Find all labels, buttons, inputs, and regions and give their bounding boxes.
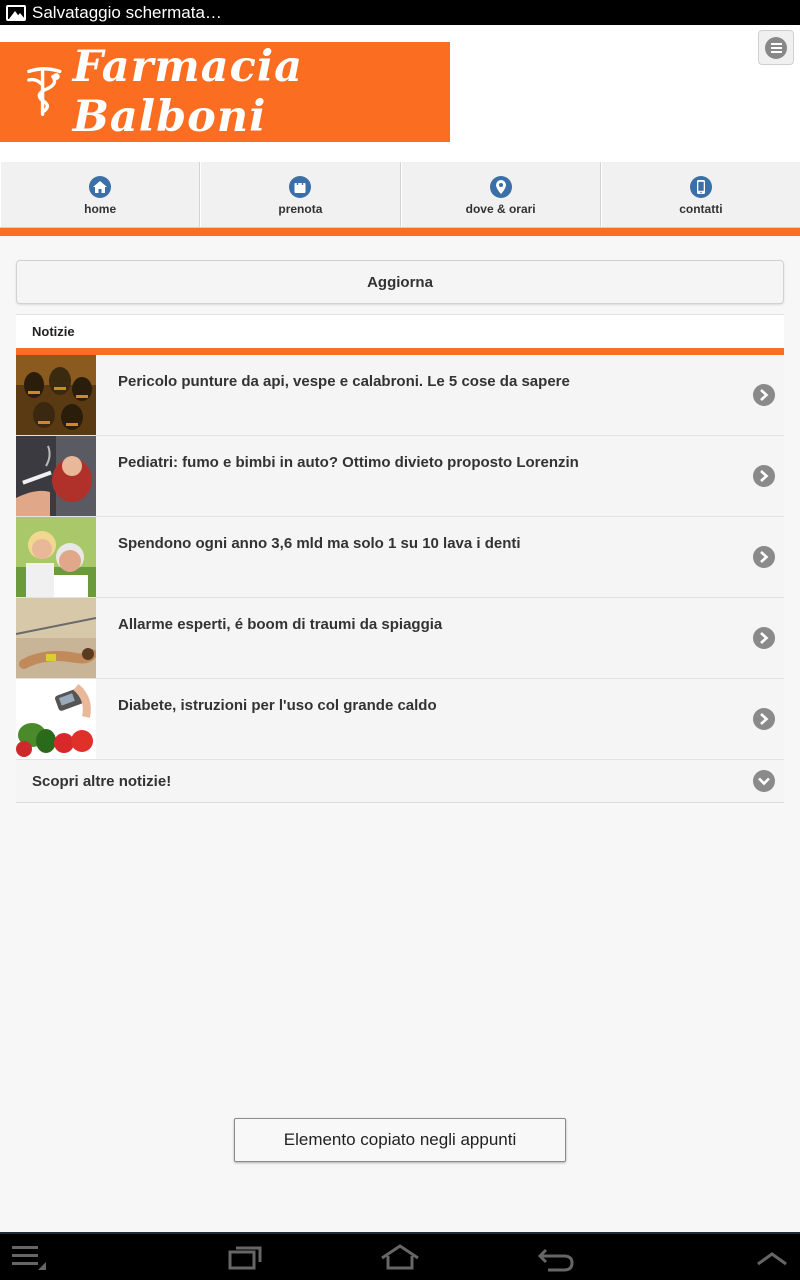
more-news-label: Scopri altre notizie! (32, 772, 172, 790)
chevron-right-icon (753, 465, 775, 487)
news-item[interactable]: Pediatri: fumo e bimbi in auto? Ottimo d… (16, 436, 784, 517)
news-section: Notizie Pericolo punture da api, vespe e… (16, 314, 784, 803)
phone-icon (689, 175, 712, 198)
image-icon (6, 4, 26, 21)
chevron-right-icon (753, 627, 775, 649)
caduceus-icon (27, 67, 62, 117)
news-item[interactable]: Diabete, istruzioni per l'uso col grande… (16, 679, 784, 760)
up-chevron-icon[interactable] (752, 1242, 792, 1274)
news-title: Spendono ogni anno 3,6 mld ma solo 1 su … (118, 535, 521, 552)
news-title: Pericolo punture da api, vespe e calabro… (118, 373, 570, 390)
nav-home-label: home (84, 201, 117, 216)
home-icon[interactable] (380, 1242, 420, 1274)
bag-icon (289, 175, 312, 198)
nav-dove-orari[interactable]: dove & orari (400, 162, 601, 227)
menu-button[interactable] (758, 30, 794, 65)
app-header: Farmacia Balboni (0, 25, 800, 162)
chevron-right-icon (753, 384, 775, 406)
chevron-right-icon (753, 546, 775, 568)
back-icon[interactable] (536, 1242, 576, 1274)
news-title: Pediatri: fumo e bimbi in auto? Ottimo d… (118, 454, 579, 471)
toast-message: Elemento copiato negli appunti (234, 1118, 566, 1162)
brand-name: Farmacia Balboni (72, 42, 304, 142)
nav-contatti[interactable]: contatti (600, 162, 800, 227)
bees-photo (16, 355, 96, 435)
vegetables-glucometer-photo (16, 679, 96, 759)
menu-icon[interactable] (8, 1242, 48, 1274)
news-item[interactable]: Spendono ogni anno 3,6 mld ma solo 1 su … (16, 517, 784, 598)
news-item[interactable]: Pericolo punture da api, vespe e calabro… (16, 355, 784, 436)
more-news-button[interactable]: Scopri altre notizie! (16, 760, 784, 803)
news-title: Diabete, istruzioni per l'uso col grande… (118, 697, 437, 714)
main-nav: home prenota dove & orari contatti (0, 162, 800, 228)
chevron-down-icon (753, 770, 775, 792)
child-in-car-photo (16, 436, 96, 516)
beach-photo (16, 598, 96, 678)
smiling-couple-photo (16, 517, 96, 597)
chevron-right-icon (753, 708, 775, 730)
nav-prenota[interactable]: prenota (200, 162, 401, 227)
nav-home[interactable]: home (0, 162, 201, 227)
news-heading: Notizie (16, 314, 784, 355)
status-text: Salvataggio schermata… (32, 2, 222, 22)
status-bar: Salvataggio schermata… (0, 0, 800, 25)
menu-icon (765, 36, 787, 59)
news-title: Allarme esperti, é boom di traumi da spi… (118, 616, 443, 633)
nav-contatti-label: contatti (679, 201, 723, 216)
orange-divider (0, 228, 800, 236)
map-pin-icon (489, 175, 512, 198)
nav-dove-orari-label: dove & orari (465, 201, 536, 216)
system-nav-bar (0, 1232, 800, 1280)
home-icon (89, 175, 112, 198)
news-item[interactable]: Allarme esperti, é boom di traumi da spi… (16, 598, 784, 679)
recent-apps-icon[interactable] (226, 1242, 266, 1274)
pharmacy-logo[interactable]: Farmacia Balboni (0, 42, 450, 142)
nav-prenota-label: prenota (278, 201, 323, 216)
refresh-button[interactable]: Aggiorna (16, 260, 784, 304)
